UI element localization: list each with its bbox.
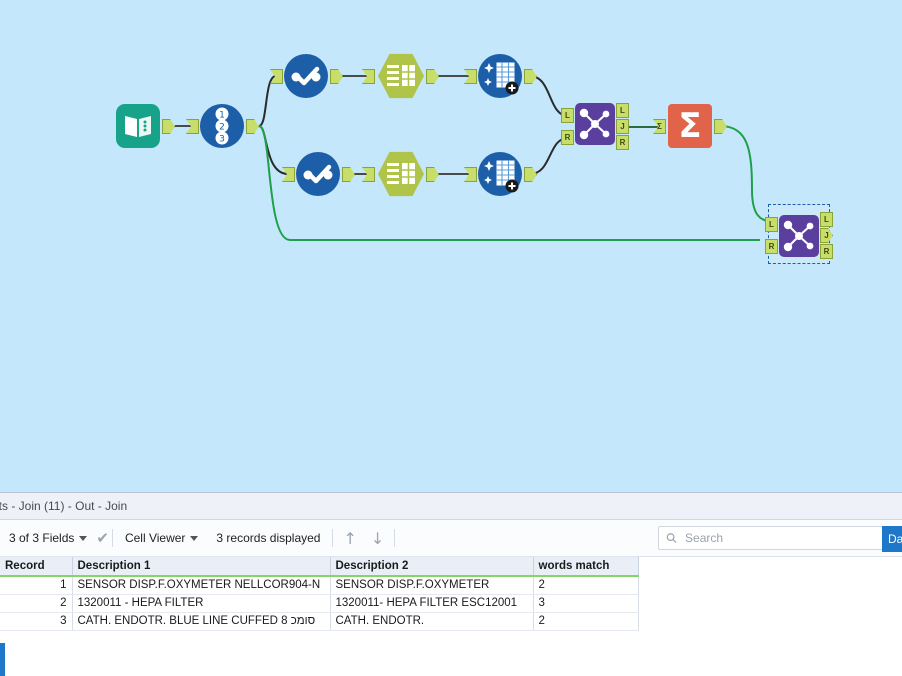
join-left-input-anchor[interactable]: L [561,108,574,123]
join-right-input-anchor[interactable]: R [561,130,574,145]
fields-label: 3 of 3 Fields [9,531,74,545]
record-id-icon: 1 2 3 [200,104,244,148]
transpose-icon [478,152,522,196]
cell-description-1[interactable]: SENSOR DISP.F.OXYMETER NELLCOR904-N [72,576,330,594]
checkmark-icon[interactable]: ✔ [96,529,109,547]
records-displayed-label: 3 records displayed [207,531,329,545]
book-icon [116,104,160,148]
toolbar-divider [332,529,333,547]
tool-summarize[interactable]: Σ Σ [668,104,712,148]
chevron-down-icon[interactable] [79,536,87,541]
tool-record-id[interactable]: 1 2 3 [200,104,244,148]
tool-select-bottom[interactable] [296,152,340,196]
select-check-icon [284,54,328,98]
viewer-selector[interactable]: Cell Viewer [116,531,207,545]
records-table: Record Description 1 Description 2 words… [0,557,639,631]
tool-text-to-columns-top[interactable] [378,53,424,99]
cell-record[interactable]: 3 [0,612,72,630]
svg-text:3: 3 [219,135,225,145]
search-input[interactable] [683,530,880,546]
cell-record[interactable]: 2 [0,594,72,612]
scroll-up-button[interactable]: ↑ [336,529,363,548]
column-header-description-2[interactable]: Description 2 [330,557,533,576]
search-icon [666,532,677,544]
tool-join-middle[interactable]: L R L J R [575,103,615,145]
results-table[interactable]: Record Description 1 Description 2 words… [0,557,902,631]
svg-text:1: 1 [219,111,225,121]
table-row[interactable]: 2 1320011 - HEPA FILTER 1320011- HEPA FI… [0,594,638,612]
join-r-output-anchor[interactable]: R [616,135,629,150]
table-row[interactable]: 1 SENSOR DISP.F.OXYMETER NELLCOR904-N SE… [0,576,638,594]
cell-description-2[interactable]: SENSOR DISP.F.OXYMETER [330,576,533,594]
results-footer [0,643,902,676]
chevron-down-icon[interactable] [190,536,198,541]
cell-description-2[interactable]: CATH. ENDOTR. [330,612,533,630]
tool-transpose-top[interactable] [478,54,522,98]
join-icon [779,215,819,257]
tool-join-selected[interactable]: L R L J R [779,215,819,257]
cell-words-match[interactable]: 3 [533,594,638,612]
tool-transpose-bottom[interactable] [478,152,522,196]
data-button[interactable]: Da [882,526,902,552]
join-r-output-anchor[interactable]: R [820,244,833,259]
text-to-columns-icon [378,151,424,197]
fields-selector[interactable]: 3 of 3 Fields [0,531,96,545]
table-row[interactable]: 3 CATH. ENDOTR. BLUE LINE CUFFED 8 סומכ … [0,612,638,630]
join-l-output-anchor[interactable]: L [820,212,833,227]
tool-text-to-columns-bottom[interactable] [378,151,424,197]
transpose-icon [478,54,522,98]
results-pane: lts - Join (11) - Out - Join 3 of 3 Fiel… [0,492,902,676]
join-icon [575,103,615,145]
search-area: Da [658,526,888,550]
text-to-columns-icon [378,53,424,99]
toolbar-divider [394,529,395,547]
join-left-input-anchor[interactable]: L [765,217,778,232]
cell-record[interactable]: 1 [0,576,72,594]
results-title-bar: lts - Join (11) - Out - Join [0,493,902,520]
cell-description-1[interactable]: 1320011 - HEPA FILTER [72,594,330,612]
column-header-words-match[interactable]: words match [533,557,638,576]
select-check-icon [296,152,340,196]
tool-select-top[interactable] [284,54,328,98]
viewer-label: Cell Viewer [125,531,185,545]
results-title-text: lts - Join (11) - Out - Join [0,499,127,513]
join-l-output-anchor[interactable]: L [616,103,629,118]
svg-text:2: 2 [219,123,225,133]
scroll-down-button[interactable]: ↓ [364,529,391,548]
column-header-record[interactable]: Record [0,557,72,576]
cell-words-match[interactable]: 2 [533,612,638,630]
sigma-icon: Σ [668,104,712,148]
cell-description-2[interactable]: 1320011- HEPA FILTER ESC12001 [330,594,533,612]
search-box[interactable] [658,526,888,550]
join-right-input-anchor[interactable]: R [765,239,778,254]
results-toolbar: 3 of 3 Fields ✔ Cell Viewer 3 records di… [0,520,902,557]
alteryx-designer-window: 1 2 3 [0,0,902,676]
column-header-description-1[interactable]: Description 1 [72,557,330,576]
table-header-row: Record Description 1 Description 2 words… [0,557,638,576]
join-j-output-anchor[interactable]: J [616,119,629,134]
toolbar-divider [112,529,113,547]
left-accent-bar [0,643,5,676]
workflow-canvas[interactable]: 1 2 3 [0,0,902,492]
tool-input-data[interactable] [116,104,160,148]
cell-description-1[interactable]: CATH. ENDOTR. BLUE LINE CUFFED 8 סומכ [72,612,330,630]
cell-words-match[interactable]: 2 [533,576,638,594]
